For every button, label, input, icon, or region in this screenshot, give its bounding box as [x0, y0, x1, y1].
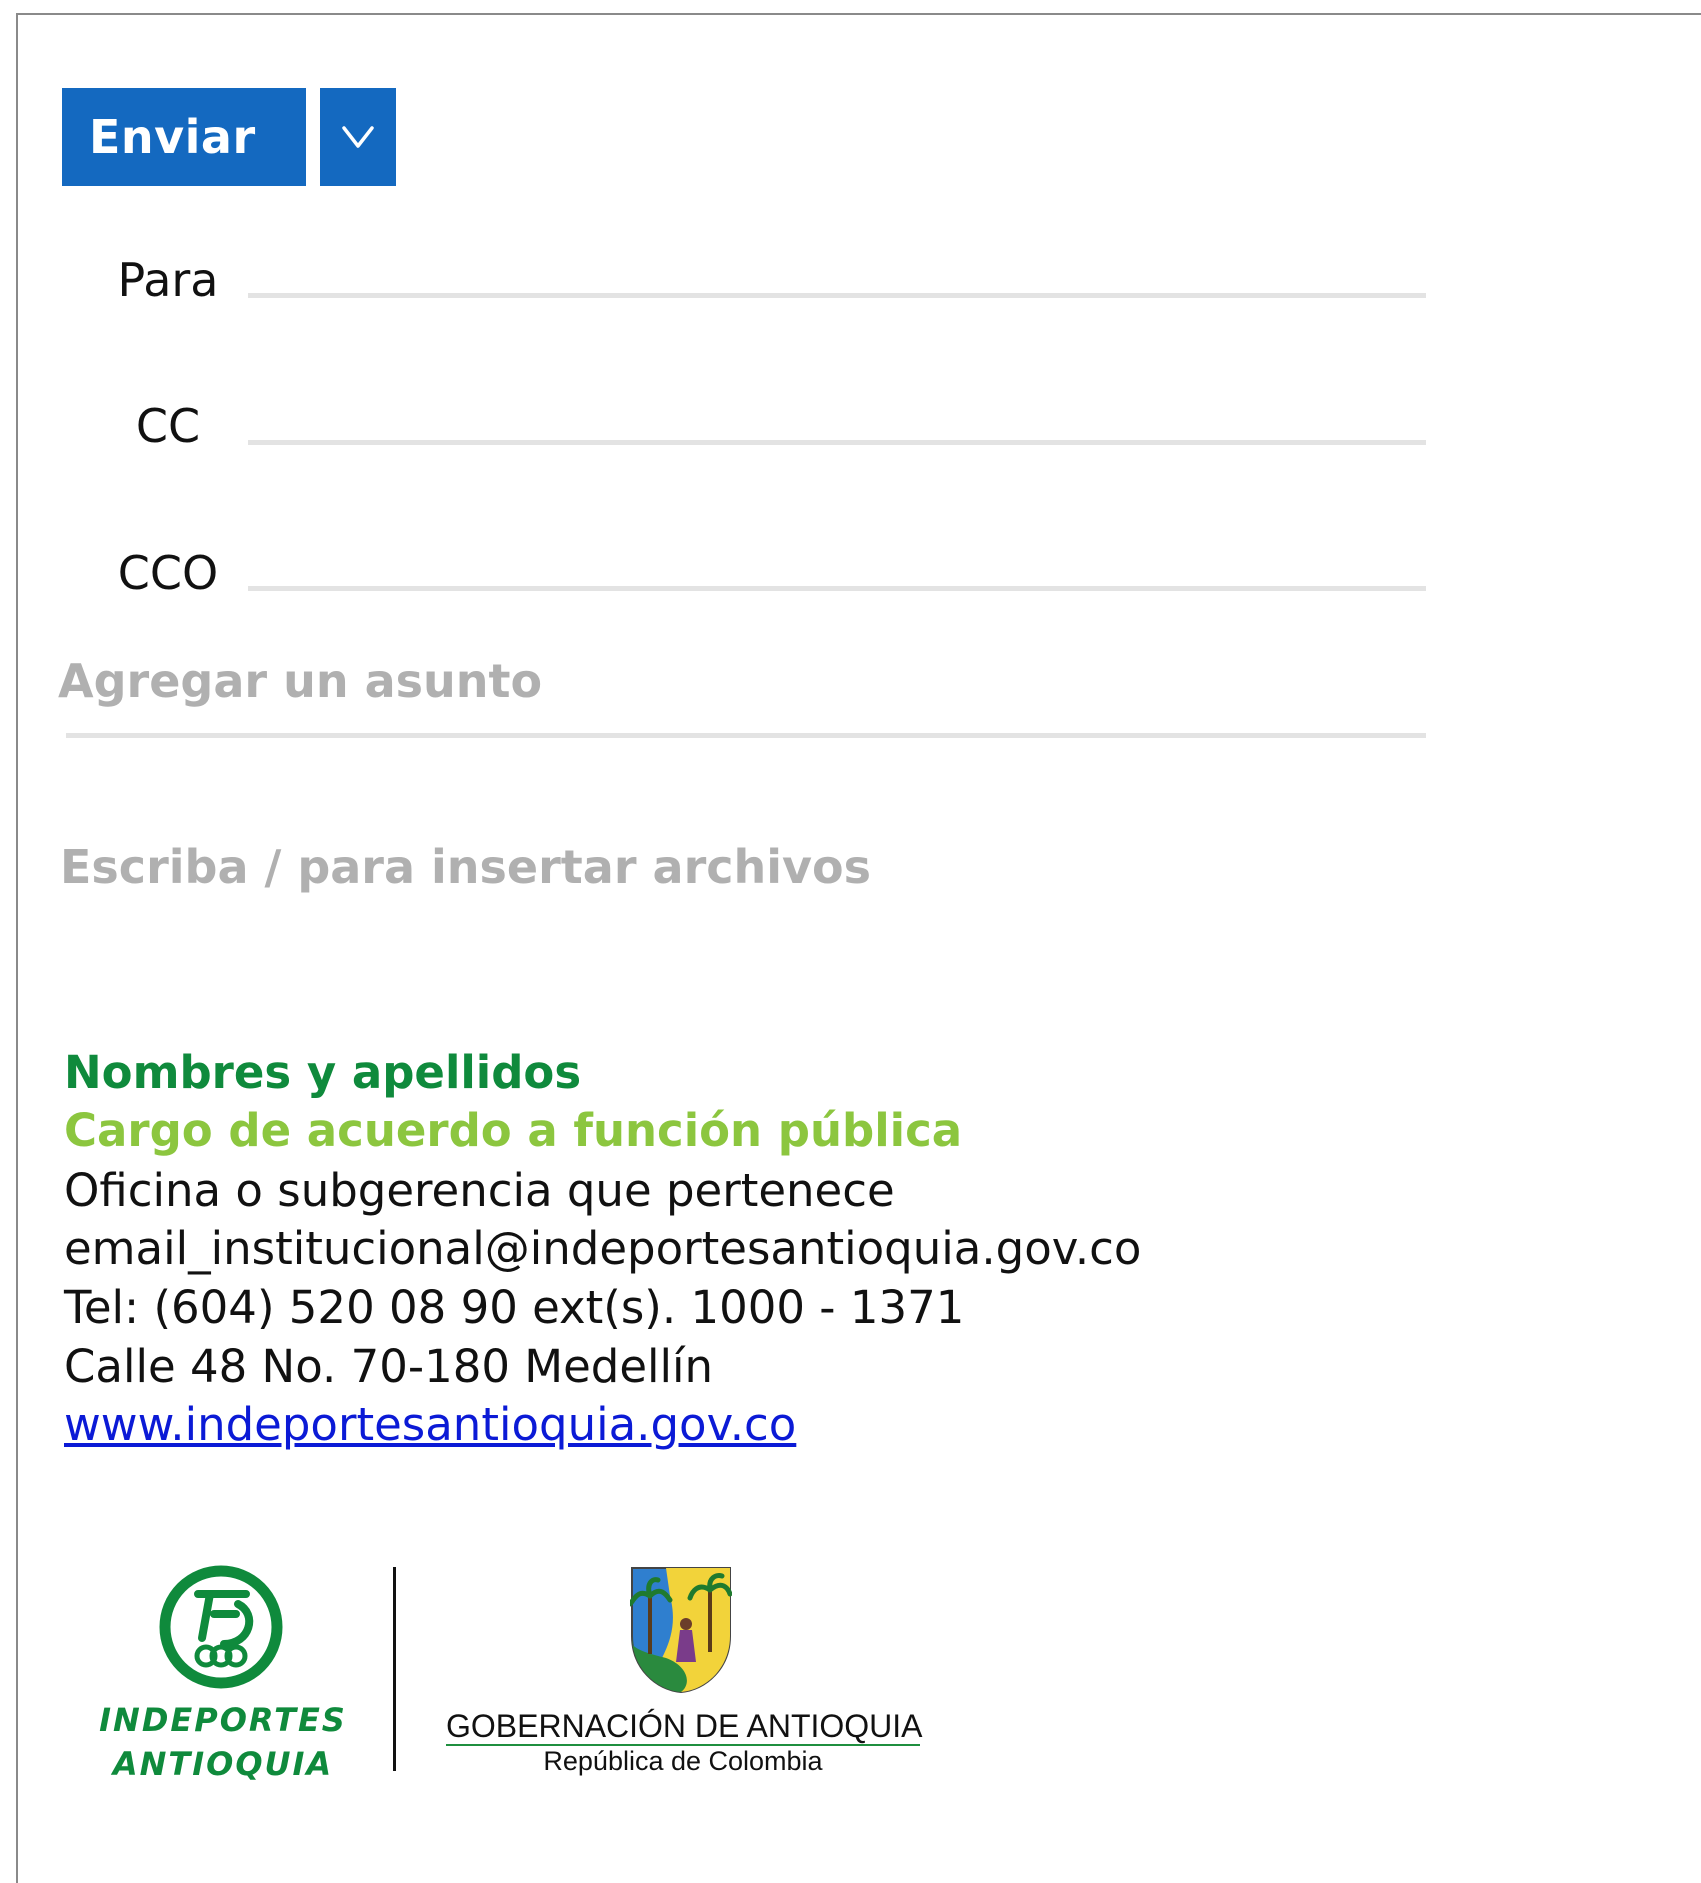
signature-office: Oficina o subgerencia que pertenece [64, 1164, 895, 1217]
send-button[interactable]: Enviar [62, 88, 306, 186]
send-options-button[interactable] [320, 88, 396, 186]
signature-address: Calle 48 No. 70-180 Medellín [64, 1340, 714, 1393]
indeportes-logo-line1: INDEPORTES [99, 1701, 347, 1739]
bcc-label: CCO [117, 546, 219, 600]
signature-name: Nombres y apellidos [64, 1046, 582, 1099]
logo-divider [393, 1567, 396, 1771]
cc-label: CC [135, 399, 201, 453]
cc-field[interactable] [248, 440, 1426, 445]
signature-role: Cargo de acuerdo a función pública [64, 1104, 963, 1157]
message-body[interactable]: Escriba / para insertar archivos [60, 840, 871, 894]
antioquia-shield-icon [630, 1567, 732, 1694]
gobernacion-title: GOBERNACIÓN DE ANTIOQUIA [446, 1708, 923, 1744]
indeportes-logo: INDEPORTES ANTIOQUIA [88, 1564, 358, 1784]
indeportes-logo-line2: ANTIOQUIA [112, 1745, 334, 1783]
to-field[interactable] [248, 293, 1426, 298]
signature-phone: Tel: (604) 520 08 90 ext(s). 1000 - 1371 [64, 1281, 965, 1334]
bcc-field[interactable] [248, 586, 1426, 591]
indeportes-emblem-icon [159, 1565, 283, 1689]
subject-input[interactable]: Agregar un asunto [58, 654, 542, 708]
to-label: Para [117, 253, 219, 307]
signature-website-link[interactable]: www.indeportesantioquia.gov.co [64, 1402, 796, 1447]
chevron-down-icon [342, 126, 374, 148]
subject-underline [66, 733, 1426, 738]
gobernacion-subtitle: República de Colombia [543, 1746, 823, 1776]
signature-email: email_institucional@indeportesantioquia.… [64, 1222, 1142, 1275]
